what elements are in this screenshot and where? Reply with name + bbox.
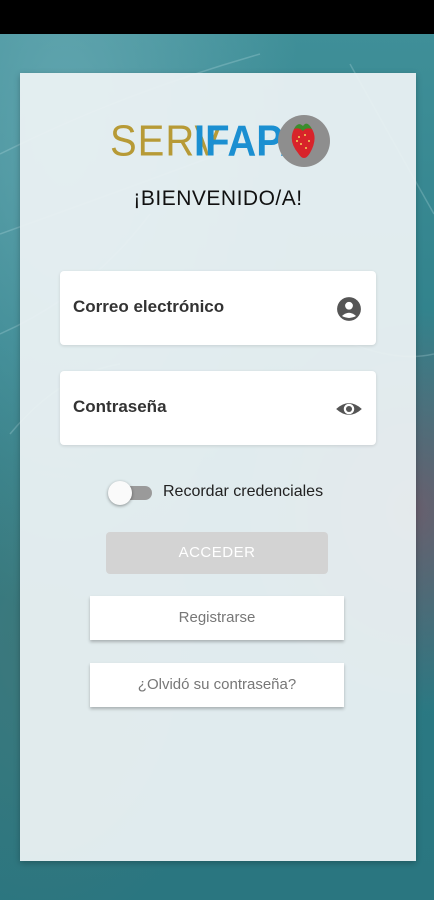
login-button[interactable]: ACCEDER: [106, 532, 328, 574]
remember-credentials-label: Recordar credenciales: [163, 483, 324, 500]
servifapa-logo: SERV IFAPA: [110, 113, 340, 169]
strawberry-icon: [278, 115, 330, 167]
register-button[interactable]: Registrarse: [90, 596, 344, 640]
remember-credentials-toggle-row[interactable]: Recordar credenciales: [108, 480, 348, 505]
forgot-password-button[interactable]: ¿Olvidó su contraseña?: [90, 663, 344, 707]
remember-toggle-knob[interactable]: [108, 481, 132, 505]
welcome-title: ¡BIENVENIDO/A!: [133, 187, 303, 210]
account-circle-icon: [337, 297, 361, 321]
password-placeholder: Contraseña: [73, 397, 167, 416]
password-field[interactable]: Contraseña: [60, 371, 376, 445]
login-card: SERV IFAPA ¡BIENVENIDO/A! Correo electró…: [20, 73, 416, 861]
eye-icon[interactable]: [335, 395, 363, 423]
status-bar: [0, 0, 434, 34]
email-field[interactable]: Correo electrónico: [60, 271, 376, 345]
email-placeholder: Correo electrónico: [73, 297, 225, 316]
